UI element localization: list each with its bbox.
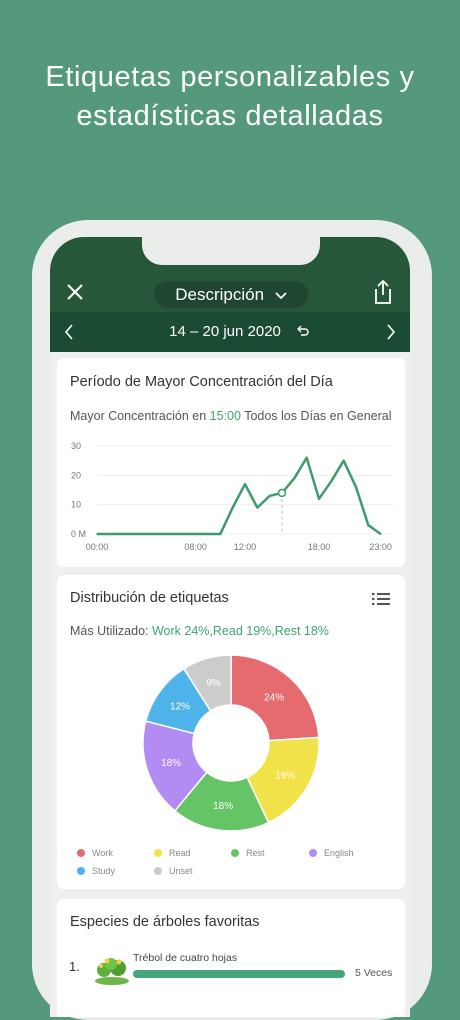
concentration-title: Período de Mayor Concentración del Día	[70, 374, 333, 390]
tags-summary-prefix: Más Utilizado:	[70, 624, 149, 638]
legend-label: Read	[169, 848, 191, 858]
headline-line-2: estadísticas detalladas	[76, 100, 384, 132]
legend-item-unset: Unset	[154, 866, 193, 876]
slice-label: 9%	[206, 678, 221, 689]
data-point	[342, 459, 345, 462]
data-point	[244, 483, 246, 485]
data-point	[367, 524, 370, 526]
clover-tree-icon	[92, 954, 132, 986]
data-point	[305, 456, 308, 459]
data-point	[231, 506, 234, 509]
y-tick-label: 0 M	[71, 529, 86, 539]
concentration-series-line	[97, 456, 382, 536]
data-point	[293, 477, 296, 480]
data-point	[219, 533, 222, 535]
tree-count: 5 Veces	[355, 967, 393, 979]
data-point	[182, 533, 185, 535]
headline-line-1: Etiquetas personalizables y	[45, 61, 415, 93]
app-bar: Descripción	[50, 237, 410, 312]
data-point	[318, 498, 320, 500]
concentration-card: Período de Mayor Concentración del Día M…	[57, 358, 405, 567]
legend-item-study: Study	[77, 866, 115, 876]
x-tick-label: 12:00	[234, 542, 257, 552]
description-dropdown[interactable]: Descripción	[154, 281, 308, 308]
data-point	[256, 506, 259, 509]
share-icon[interactable]	[372, 279, 394, 305]
data-point	[120, 533, 123, 535]
trees-card: Especies de árboles favoritas 1. Trébol …	[57, 899, 405, 1017]
legend-label: Unset	[169, 866, 193, 876]
tree-rank: 1.	[69, 959, 80, 974]
legend-item-english: English	[309, 848, 354, 858]
x-tick-label: 23:00	[369, 542, 392, 552]
legend-swatch	[154, 866, 162, 875]
data-point	[133, 533, 135, 535]
x-tick-label: 00:00	[86, 542, 109, 552]
data-point	[145, 533, 148, 535]
data-point	[379, 533, 382, 535]
concentration-line-chart: 0 M 10 20 30 00:00 08:00 12:00 18:00 23:00	[71, 441, 393, 552]
legend-label: Study	[92, 866, 116, 876]
peak-marker	[277, 488, 287, 498]
chevron-left-icon[interactable]	[62, 323, 78, 341]
tags-summary: Más Utilizado: Work 24%,Read 19%,Rest 18…	[70, 624, 329, 638]
legend-swatch	[309, 848, 317, 857]
concentration-summary: Mayor Concentración en 15:00 Todos los D…	[70, 409, 392, 423]
legend-swatch	[231, 848, 239, 857]
data-point	[207, 533, 209, 535]
slice-label: 24%	[264, 693, 284, 704]
undo-icon[interactable]	[296, 324, 310, 338]
legend-swatch	[154, 848, 162, 857]
legend-item-work: Work	[77, 848, 113, 858]
tags-card: Distribución de etiquetas Más Utilizado:…	[57, 575, 405, 889]
y-tick-label: 20	[71, 470, 81, 480]
list-icon[interactable]	[372, 592, 390, 606]
concentration-summary-prefix: Mayor Concentración en	[70, 409, 207, 423]
tags-title: Distribución de etiquetas	[70, 590, 229, 606]
legend-label: Work	[92, 848, 113, 858]
phone-screen: Descripción 14 – 20 jun 2020 Período de …	[50, 237, 410, 1017]
data-point	[330, 480, 333, 482]
data-point	[108, 533, 111, 535]
slice-label: 18%	[213, 801, 233, 812]
y-tick-label: 10	[71, 500, 81, 510]
slice-label: 19%	[275, 771, 295, 782]
data-point	[194, 533, 197, 535]
headline: Etiquetas personalizables y estadísticas…	[0, 58, 460, 136]
concentration-summary-suffix: Todos los Días en General	[244, 409, 392, 423]
legend-label: Rest	[246, 848, 265, 858]
close-icon[interactable]	[64, 281, 86, 303]
legend-item-read: Read	[154, 848, 191, 858]
tree-usage-bar	[133, 970, 345, 978]
slice-label: 18%	[161, 758, 181, 769]
data-point	[268, 495, 271, 497]
data-point	[157, 533, 160, 535]
x-tick-label: 08:00	[184, 542, 207, 552]
date-range-label: 14 – 20 jun 2020	[169, 323, 281, 340]
chevron-down-icon	[275, 281, 287, 308]
tree-name: Trébol de cuatro hojas	[133, 952, 238, 964]
trees-title: Especies de árboles favoritas	[70, 914, 260, 930]
data-point	[96, 533, 98, 535]
y-tick-label: 30	[71, 441, 81, 451]
legend-item-rest: Rest	[231, 848, 265, 858]
data-point	[170, 533, 172, 535]
chevron-right-icon[interactable]	[382, 323, 398, 341]
legend-label: English	[324, 848, 354, 858]
tags-donut-chart: 24% 19% 18% 18% 12% 9%	[142, 654, 320, 832]
slice-label: 12%	[170, 701, 190, 712]
legend-swatch	[77, 866, 85, 875]
description-label: Descripción	[175, 285, 265, 304]
tags-summary-value: Work 24%,Read 19%,Rest 18%	[151, 624, 329, 638]
date-range-bar: 14 – 20 jun 2020	[50, 312, 410, 352]
legend-swatch	[77, 848, 85, 857]
x-tick-label: 18:00	[308, 542, 331, 552]
phone-notch	[142, 237, 320, 265]
concentration-peak-time: 15:00	[209, 409, 241, 423]
data-point	[355, 486, 357, 488]
